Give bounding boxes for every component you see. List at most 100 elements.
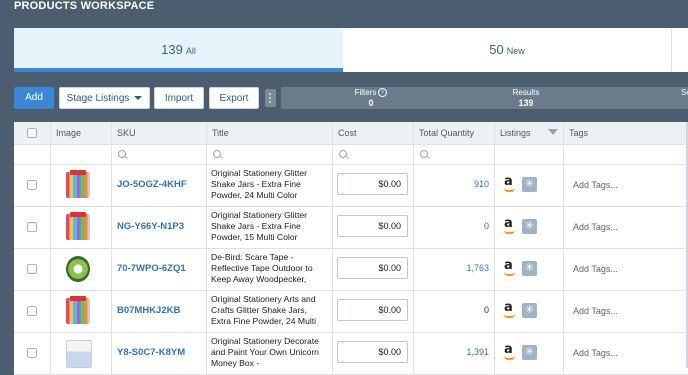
walmart-icon[interactable]: ✳ — [522, 261, 537, 276]
cost-input[interactable]: $0.00 — [337, 341, 408, 363]
selected-value: 0 — [671, 98, 688, 108]
tab-new[interactable]: 50 New — [343, 28, 672, 72]
filters-label: Filters — [354, 88, 377, 97]
product-image[interactable] — [66, 212, 90, 240]
tags-cell: Add Tags... — [564, 207, 688, 248]
sku-link[interactable]: B07MHKJ2KB — [117, 305, 180, 316]
quantity-cell: 910 — [414, 165, 495, 206]
filters-value: 0 — [368, 98, 374, 108]
amazon-icon[interactable]: a — [503, 259, 517, 276]
product-image[interactable] — [66, 296, 90, 324]
sku-link[interactable]: NG-Y66Y-N1P3 — [117, 221, 184, 232]
search-icon — [118, 150, 126, 158]
products-grid: Image SKU Title Cost Total Quantity List… — [14, 122, 688, 375]
total-quantity[interactable]: 910 — [474, 179, 489, 189]
amazon-icon[interactable]: a — [503, 343, 517, 360]
amazon-icon[interactable]: a — [503, 301, 517, 318]
table-row[interactable]: JO-5OGZ-4KHF Original Stationery Glitter … — [14, 165, 688, 207]
total-quantity[interactable]: 1,391 — [466, 347, 489, 357]
quantity-cell: 0 — [414, 291, 495, 332]
sku-filter-input[interactable] — [112, 145, 207, 164]
cost-input[interactable]: $0.00 — [337, 299, 408, 321]
walmart-icon[interactable]: ✳ — [522, 345, 537, 360]
title-cell: Original Stationery Arts and Crafts Glit… — [207, 291, 333, 332]
table-row[interactable]: 70-7WPO-6ZQ1 De-Bird: Scare Tape - Reflec… — [14, 249, 688, 291]
filter-cell-tags — [564, 145, 688, 164]
add-tags-link[interactable]: Add Tags... — [573, 348, 618, 358]
title-cell: Original Stationery Glitter Shake Jars -… — [207, 165, 333, 206]
header-cost[interactable]: Cost — [333, 122, 414, 144]
listings-cell: a ✳ — [495, 249, 564, 290]
export-button[interactable]: Export — [209, 87, 259, 109]
filter-row — [14, 145, 688, 165]
tab-all[interactable]: 139 All — [14, 28, 343, 72]
add-tags-link[interactable]: Add Tags... — [573, 306, 618, 316]
header-total-quantity[interactable]: Total Quantity — [414, 122, 495, 144]
cost-cell: $0.00 — [333, 207, 414, 248]
header-select — [14, 122, 51, 144]
row-checkbox[interactable] — [27, 264, 37, 274]
row-select-cell — [14, 165, 51, 206]
walmart-icon[interactable]: ✳ — [522, 303, 537, 318]
cost-input[interactable]: $0.00 — [337, 173, 408, 195]
product-image[interactable] — [66, 340, 92, 368]
sku-link[interactable]: Y8-S0C7-K8YM — [117, 347, 185, 358]
stage-listings-label: Stage Listings — [66, 93, 130, 104]
product-image-cell — [51, 249, 112, 290]
select-all-checkbox[interactable] — [27, 128, 37, 138]
add-tags-link[interactable]: Add Tags... — [573, 264, 618, 274]
sku-link[interactable]: 70-7WPO-6ZQ1 — [117, 263, 186, 274]
row-checkbox[interactable] — [27, 222, 37, 232]
header-sku[interactable]: SKU — [112, 122, 207, 144]
tags-cell: Add Tags... — [564, 291, 688, 332]
row-checkbox[interactable] — [27, 306, 37, 316]
results-stat: Results 139 — [501, 88, 551, 108]
filter-cell-select — [14, 145, 51, 164]
product-image-cell — [51, 291, 112, 332]
table-row[interactable]: NG-Y66Y-N1P3 Original Stationery Glitter … — [14, 207, 688, 249]
import-button[interactable]: Import — [154, 87, 204, 109]
title-filter-input[interactable] — [207, 145, 333, 164]
product-image-cell — [51, 207, 112, 248]
stage-listings-button[interactable]: Stage Listings — [59, 87, 150, 109]
row-select-cell — [14, 291, 51, 332]
title-cell: Original Stationery Glitter Shake Jars -… — [207, 207, 333, 248]
amazon-icon[interactable]: a — [503, 217, 517, 234]
total-quantity[interactable]: 1,763 — [466, 263, 489, 273]
listings-cell: a ✳ — [495, 165, 564, 206]
filters-stat[interactable]: Filters i 0 — [341, 88, 401, 108]
header-listings[interactable]: Listings — [495, 122, 564, 144]
product-image[interactable] — [66, 170, 90, 198]
quantity-filter-input[interactable] — [414, 145, 495, 164]
results-label: Results — [512, 88, 540, 97]
tab-new-count: 50 — [489, 42, 504, 57]
cost-input[interactable]: $0.00 — [337, 257, 408, 279]
total-quantity: 0 — [483, 305, 489, 315]
sku-link[interactable]: JO-5OGZ-4KHF — [117, 179, 187, 190]
cost-filter-input[interactable] — [333, 145, 414, 164]
table-row[interactable]: Y8-S0C7-K8YM Original Stationery Decorate… — [14, 333, 688, 375]
filter-icon[interactable] — [548, 129, 558, 135]
tab-all-label: All — [185, 46, 196, 56]
more-actions-icon[interactable] — [265, 89, 276, 107]
sku-cell: JO-5OGZ-4KHF — [112, 165, 207, 206]
total-quantity[interactable]: 0 — [484, 221, 489, 231]
table-row[interactable]: B07MHKJ2KB Original Stationery Arts and C… — [14, 291, 688, 333]
cost-cell: $0.00 — [333, 249, 414, 290]
walmart-icon[interactable]: ✳ — [522, 177, 537, 192]
product-title: Original Stationery Glitter Shake Jars -… — [211, 168, 307, 200]
info-icon: i — [378, 88, 388, 98]
header-title[interactable]: Title — [207, 122, 333, 144]
add-button[interactable]: Add — [14, 87, 54, 109]
cost-input[interactable]: $0.00 — [337, 215, 408, 237]
search-icon — [213, 150, 221, 158]
add-tags-link[interactable]: Add Tags... — [573, 222, 618, 232]
add-tags-link[interactable]: Add Tags... — [573, 180, 618, 190]
walmart-icon[interactable]: ✳ — [522, 219, 537, 234]
row-checkbox[interactable] — [27, 348, 37, 358]
amazon-icon[interactable]: a — [503, 175, 517, 192]
header-image[interactable]: Image — [51, 122, 112, 144]
row-checkbox[interactable] — [27, 180, 37, 190]
header-tags[interactable]: Tags — [564, 122, 688, 144]
product-image[interactable] — [66, 256, 90, 282]
